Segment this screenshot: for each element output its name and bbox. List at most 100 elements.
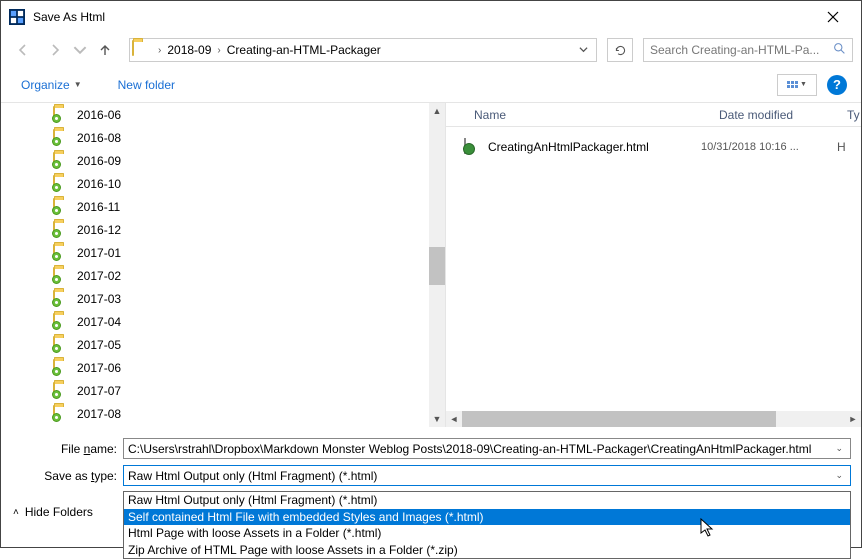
filename-combo[interactable]: C:\Users\rstrahl\Dropbox\Markdown Monste… (123, 438, 851, 459)
file-date: 10/31/2018 10:16 ... (701, 141, 829, 153)
search-box[interactable] (643, 38, 853, 62)
search-input[interactable] (650, 43, 829, 57)
help-button[interactable]: ? (827, 75, 847, 95)
scroll-right-icon[interactable]: ► (845, 414, 861, 424)
breadcrumb-item[interactable]: Creating-an-HTML-Packager (225, 43, 383, 57)
savetype-option[interactable]: Raw Html Output only (Html Fragment) (*.… (124, 492, 850, 509)
scroll-left-icon[interactable]: ◄ (446, 414, 462, 424)
refresh-icon (614, 44, 627, 57)
tree-folder-item[interactable]: 2017-08 (31, 402, 429, 425)
savetype-option[interactable]: Zip Archive of HTML Page with loose Asse… (124, 542, 850, 559)
tree-folder-item[interactable]: 2017-06 (31, 356, 429, 379)
tree-item-label: 2016-09 (77, 154, 121, 168)
folder-icon (132, 41, 150, 59)
savetype-option[interactable]: Html Page with loose Assets in a Folder … (124, 525, 850, 542)
main-area: 2016-06 2016-08 2016-09 2016-10 2016-11 2016-… (1, 103, 861, 427)
back-button[interactable] (9, 37, 37, 63)
filename-label: File name: (1, 442, 123, 456)
tree-item-label: 2016-11 (77, 200, 120, 214)
tree-item-label: 2017-07 (77, 384, 121, 398)
search-icon (833, 42, 846, 58)
tree-folder-item[interactable]: 2017-07 (31, 379, 429, 402)
col-name[interactable]: Name (446, 108, 709, 122)
tree-folder-item[interactable]: 2017-04 (31, 310, 429, 333)
folder-icon (53, 383, 71, 398)
col-type[interactable]: Ty (837, 108, 861, 122)
hide-folders-label: Hide Folders (25, 505, 93, 519)
folder-icon (53, 314, 71, 329)
savetype-label: Save as type: (1, 469, 123, 483)
tree-folder-item[interactable]: 2017-05 (31, 333, 429, 356)
caret-down-icon: ▼ (800, 81, 807, 88)
file-type: H (837, 140, 861, 154)
up-button[interactable] (91, 37, 119, 63)
folder-icon (53, 360, 71, 375)
arrow-up-icon (97, 42, 113, 58)
forward-button[interactable] (41, 37, 69, 63)
view-options-button[interactable]: ▼ (777, 74, 817, 96)
tree-item-label: 2017-05 (77, 338, 121, 352)
tree-item-label: 2016-12 (77, 223, 121, 237)
app-icon (9, 9, 25, 25)
new-folder-label: New folder (118, 78, 175, 92)
tree-folder-item[interactable]: 2016-08 (31, 126, 429, 149)
file-name: CreatingAnHtmlPackager.html (488, 140, 693, 154)
tree-folder-item[interactable]: 2016-10 (31, 172, 429, 195)
save-form: File name: C:\Users\rstrahl\Dropbox\Mark… (1, 427, 861, 547)
window-title: Save As Html (33, 10, 813, 24)
tree-item-label: 2017-01 (77, 246, 121, 260)
savetype-option[interactable]: Self contained Html File with embedded S… (124, 509, 850, 526)
new-folder-button[interactable]: New folder (112, 74, 181, 96)
col-date[interactable]: Date modified (709, 108, 837, 122)
column-headers: Name Date modified Ty (446, 103, 861, 127)
refresh-button[interactable] (607, 38, 633, 62)
organize-label: Organize (21, 78, 70, 92)
tree-folder-item[interactable]: 2016-06 (31, 103, 429, 126)
tree-vscrollbar[interactable]: ▲ ▼ (429, 103, 445, 427)
savetype-dropdown-list[interactable]: Raw Html Output only (Html Fragment) (*.… (123, 491, 851, 559)
close-button[interactable] (813, 3, 853, 31)
scroll-down-icon[interactable]: ▼ (429, 411, 445, 427)
chevron-down-icon (73, 42, 87, 58)
scroll-thumb[interactable] (429, 247, 445, 285)
tree-item-label: 2016-06 (77, 108, 121, 122)
folder-icon (53, 291, 71, 306)
scroll-up-icon[interactable]: ▲ (429, 103, 445, 119)
folder-icon (53, 406, 71, 421)
tree-item-label: 2017-04 (77, 315, 121, 329)
scroll-track[interactable] (429, 119, 445, 411)
html-file-icon (464, 139, 480, 155)
breadcrumb-item[interactable]: 2018-09 (165, 43, 213, 57)
savetype-combo[interactable]: Raw Html Output only (Html Fragment) (*.… (123, 465, 851, 486)
tree-folder-item[interactable]: 2016-12 (31, 218, 429, 241)
tree-item-label: 2017-02 (77, 269, 121, 283)
address-bar[interactable]: › 2018-09 › Creating-an-HTML-Packager (129, 38, 597, 62)
file-list-pane: Name Date modified Ty CreatingAnHtmlPack… (446, 103, 861, 427)
tree-item-label: 2017-08 (77, 407, 121, 421)
scroll-htrack[interactable] (462, 411, 845, 427)
chevron-down-icon[interactable]: ⌄ (832, 470, 846, 481)
file-row[interactable]: CreatingAnHtmlPackager.html 10/31/2018 10… (446, 135, 861, 159)
scroll-hthumb[interactable] (462, 411, 776, 427)
nav-toolbar: › 2018-09 › Creating-an-HTML-Packager (1, 33, 861, 67)
tree-item-label: 2017-06 (77, 361, 121, 375)
hide-folders-toggle[interactable]: ˄ Hide Folders (13, 505, 93, 519)
folder-icon (53, 153, 71, 168)
close-icon (827, 11, 839, 23)
folder-icon (53, 130, 71, 145)
folder-icon (53, 199, 71, 214)
address-dropdown[interactable] (573, 45, 594, 56)
tree-item-label: 2016-08 (77, 131, 121, 145)
tree-folder-item[interactable]: 2016-11 (31, 195, 429, 218)
tree-folder-item[interactable]: 2016-09 (31, 149, 429, 172)
folder-icon (53, 107, 71, 122)
tree-folder-item[interactable]: 2017-02 (31, 264, 429, 287)
file-hscrollbar[interactable]: ◄ ► (446, 411, 861, 427)
title-bar: Save As Html (1, 1, 861, 33)
recent-dropdown[interactable] (73, 37, 87, 63)
organize-menu[interactable]: Organize ▼ (15, 74, 88, 96)
tree-folder-item[interactable]: 2017-01 (31, 241, 429, 264)
chevron-down-icon[interactable]: ⌄ (832, 443, 846, 454)
tree-folder-item[interactable]: 2017-03 (31, 287, 429, 310)
tree-item-label: 2017-03 (77, 292, 121, 306)
